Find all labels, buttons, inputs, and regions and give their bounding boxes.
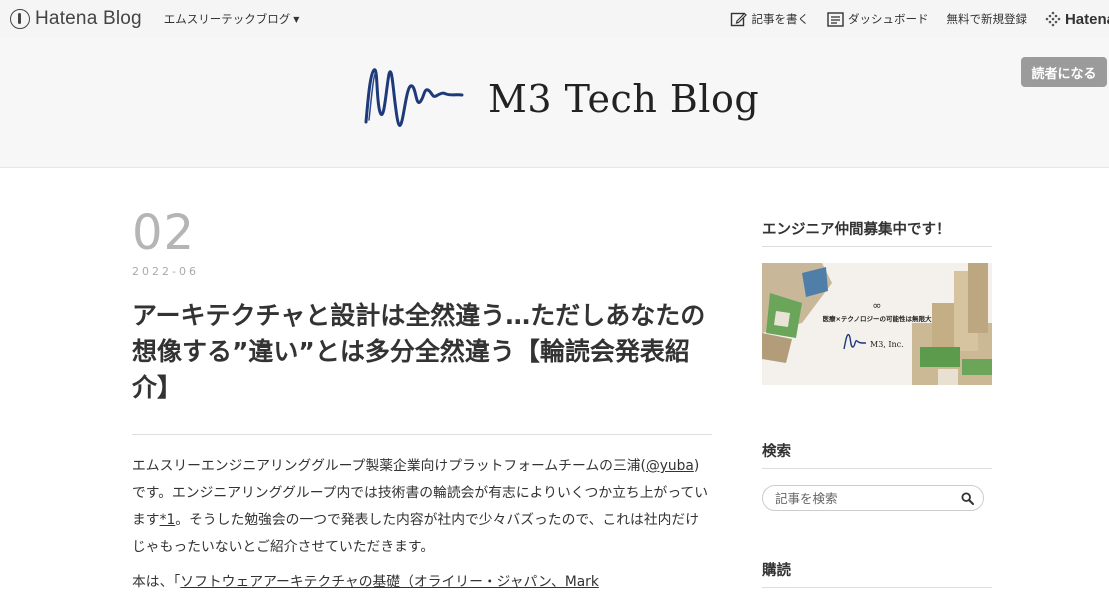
- blog-title-link[interactable]: M3 Tech Blog: [362, 60, 759, 138]
- hatena-dots-icon: [1045, 11, 1061, 27]
- dashboard-link[interactable]: ダッシュボード: [827, 11, 929, 27]
- entry-date-day[interactable]: 02: [132, 205, 712, 261]
- blog-select-dropdown[interactable]: エムスリーテックブログ ▼: [164, 11, 300, 27]
- search-input[interactable]: [775, 490, 955, 506]
- svg-text:医療×テクノロジーの可能性は無限大: 医療×テクノロジーの可能性は無限大: [822, 314, 932, 323]
- search-button[interactable]: [959, 490, 975, 506]
- hatena-blog-logo-icon: [10, 9, 30, 29]
- search-box: [762, 485, 984, 511]
- subscribe-module-title: 購読: [762, 559, 992, 588]
- search-module-title: 検索: [762, 440, 992, 469]
- subscribe-module: 購読: [762, 559, 992, 588]
- entry-text: 本は、「: [132, 574, 181, 590]
- entry-body: エムスリーエンジニアリンググループ製薬企業向けプラットフォームチームの三浦(@y…: [132, 453, 712, 596]
- signup-label: 無料で新規登録: [946, 12, 1027, 26]
- search-module: 検索: [762, 440, 992, 511]
- recruit-module-title: エンジニア仲間募集中です！: [762, 218, 992, 247]
- global-header-actions: 記事を書く ダッシュボード 無料で新規登録 Hatena: [712, 0, 1109, 38]
- entry-paragraph: エムスリーエンジニアリンググループ製薬企業向けプラットフォームチームの三浦(@y…: [132, 453, 712, 561]
- subscribe-button[interactable]: 読者になる: [1021, 57, 1107, 87]
- write-article-link[interactable]: 記事を書く: [730, 11, 809, 28]
- global-header: Hatena Blog エムスリーテックブログ ▼ 記事を書く ダッシュボード …: [0, 0, 1109, 38]
- dashboard-icon: [827, 11, 844, 27]
- entry-text: エムスリーエンジニアリンググループ製薬企業向けプラットフォームチームの三浦(: [132, 458, 646, 474]
- signup-link[interactable]: 無料で新規登録: [946, 11, 1027, 27]
- search-icon: [960, 491, 974, 505]
- hatena-link[interactable]: Hatena: [1045, 11, 1109, 28]
- author-link[interactable]: @yuba: [646, 458, 694, 474]
- title-divider: [132, 434, 712, 435]
- hatena-blog-logo[interactable]: Hatena Blog: [10, 8, 142, 30]
- hatena-blog-logo-text: Hatena Blog: [35, 8, 142, 29]
- book-link[interactable]: ソフトウェアアーキテクチャの基礎（オライリー・ジャパン、Mark: [180, 574, 599, 590]
- svg-text:M3, Inc.: M3, Inc.: [870, 340, 904, 349]
- dashboard-label: ダッシュボード: [847, 12, 929, 26]
- pencil-icon: [731, 12, 748, 26]
- entry-title[interactable]: アーキテクチャと設計は全然違う…ただしあなたの想像する”違い”とは多分全然違う【…: [132, 298, 712, 406]
- recruit-banner[interactable]: ∞ 医療×テクノロジーの可能性は無限大 M3, Inc.: [762, 263, 992, 385]
- entry-text: 。そうした勉強会の一つで発表した内容が社内で少々バズったので、これは社内だけじゃ…: [132, 512, 700, 555]
- svg-text:∞: ∞: [872, 299, 881, 312]
- m3-logo-icon: [364, 68, 464, 127]
- footnote-link[interactable]: *1: [160, 512, 176, 528]
- entry-paragraph: 本は、「ソフトウェアアーキテクチャの基礎（オライリー・ジャパン、Mark: [132, 569, 712, 596]
- sidebar: エンジニア仲間募集中です！ ∞ 医療×テクノロジーの可能性は無限大 M3, In…: [762, 218, 992, 588]
- caret-down-icon: ▼: [293, 14, 300, 24]
- blog-select-label: エムスリーテックブログ: [163, 12, 291, 26]
- blog-title: M3 Tech Blog: [488, 77, 760, 121]
- hatena-label: Hatena: [1064, 10, 1109, 28]
- write-article-label: 記事を書く: [751, 12, 809, 26]
- entry-main: 02 2022-06 アーキテクチャと設計は全然違う…ただしあなたの想像する”違…: [132, 205, 712, 600]
- entry-date-year-month[interactable]: 2022-06: [132, 265, 712, 278]
- blog-header: M3 Tech Blog 読者になる: [0, 38, 1109, 168]
